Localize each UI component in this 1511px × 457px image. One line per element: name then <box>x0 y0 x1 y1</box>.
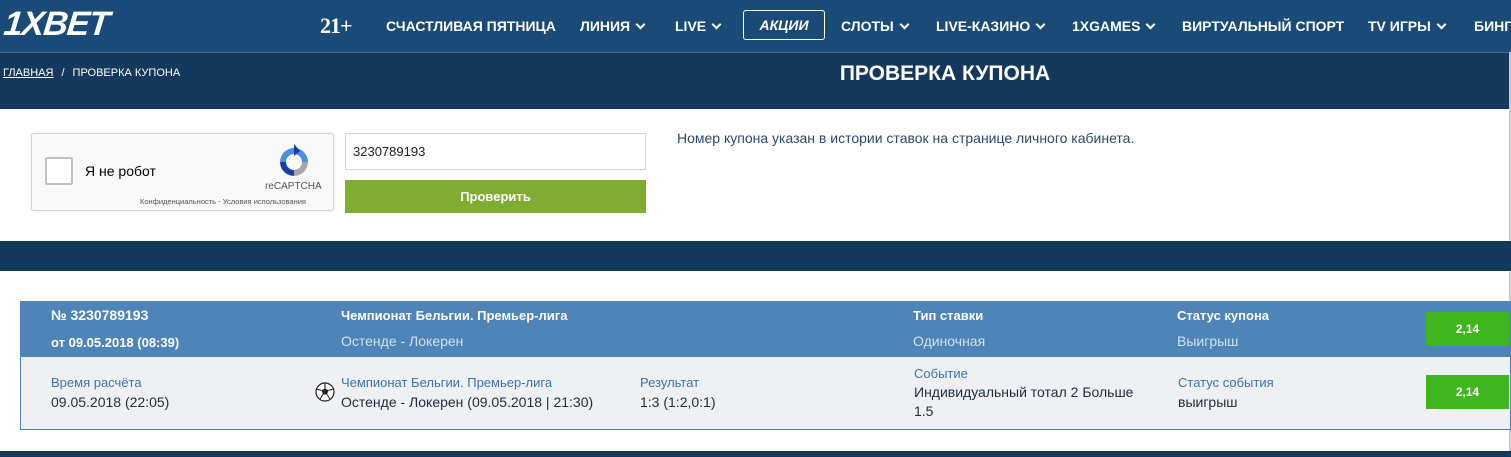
recaptcha-widget: Я не робот reCAPTCHA Конфиденциальность … <box>31 133 334 211</box>
chevron-down-icon <box>711 19 722 29</box>
top-navigation: 1XBET 21+ СЧАСТЛИВАЯ ПЯТНИЦА ЛИНИЯ LIVE … <box>0 0 1511 52</box>
nav-item-slots[interactable]: СЛОТЫ <box>841 0 910 52</box>
check-coupon-button[interactable]: Проверить <box>345 180 646 213</box>
nav-item-1xgames[interactable]: 1XGAMES <box>1072 0 1156 52</box>
coupon-league: Чемпионат Бельгии. Премьер-лига <box>341 308 568 323</box>
coupon-number-input[interactable] <box>345 133 646 170</box>
section-divider <box>0 241 1511 271</box>
title-bar: ГЛАВНАЯ / ПРОВЕРКА КУПОНА ПРОВЕРКА КУПОНА <box>0 52 1511 109</box>
bet-type-label: Тип ставки <box>913 308 984 323</box>
recaptcha-label: Я не робот <box>85 163 156 179</box>
page-title: ПРОВЕРКА КУПОНА <box>839 62 1051 85</box>
recaptcha-brand: reCAPTCHA <box>265 181 322 192</box>
event-match: Остенде - Локерен (09.05.2018 | 21:30) <box>341 394 594 410</box>
logo-text: 1XBET <box>2 4 111 43</box>
coupon-summary-row: № 3230789193 от 09.05.2018 (08:39) Чемпи… <box>20 301 1511 357</box>
calc-time-value: 09.05.2018 (22:05) <box>51 394 170 410</box>
event-type-line2: 1.5 <box>914 403 934 419</box>
nav-item-label: СЛОТЫ <box>841 18 894 34</box>
chevron-down-icon <box>635 19 646 29</box>
coupon-status-value: Выигрыш <box>1177 333 1239 349</box>
coupon-info-text: Номер купона указан в истории ставок на … <box>677 130 1135 146</box>
chevron-down-icon <box>1035 19 1046 29</box>
coupon-match: Остенде - Локерен <box>341 333 464 349</box>
coupon-date: от 09.05.2018 (08:39) <box>51 335 180 350</box>
nav-item-label: ЛИНИЯ <box>580 18 631 34</box>
result-label: Результат <box>640 375 700 390</box>
nav-item-live-casino[interactable]: LIVE-КАЗИНО <box>936 0 1046 52</box>
nav-item-virtual-sports[interactable]: ВИРТУАЛЬНЫЙ СПОРТ <box>1182 0 1344 52</box>
recaptcha-icon <box>280 144 308 176</box>
event-type-line1: Индивидуальный тотал 2 Больше <box>914 384 1134 400</box>
bet-type-value: Одиночная <box>913 333 986 349</box>
event-type-label: Событие <box>914 366 968 381</box>
nav-item-line[interactable]: ЛИНИЯ <box>580 0 646 52</box>
event-status-value: выигрыш <box>1178 394 1238 410</box>
event-row: Время расчёта 09.05.2018 (22:05) Чемпион… <box>21 357 1510 429</box>
brand-logo[interactable]: 1XBET <box>2 4 111 43</box>
chevron-down-icon <box>899 19 910 29</box>
calc-time-label: Время расчёта <box>51 375 142 390</box>
result-value: 1:3 (1:2,0:1) <box>640 394 716 410</box>
coupon-status-label: Статус купона <box>1177 308 1270 323</box>
nav-item-live[interactable]: LIVE <box>675 0 722 52</box>
chevron-down-icon <box>1146 19 1156 29</box>
nav-item-label: БИНГ <box>1474 18 1511 34</box>
event-status-label: Статус события <box>1178 375 1274 390</box>
nav-item-label: LIVE-КАЗИНО <box>936 18 1031 34</box>
nav-item-lucky-friday[interactable]: СЧАСТЛИВАЯ ПЯТНИЦА <box>386 0 556 52</box>
chevron-down-icon <box>1436 19 1447 29</box>
bottom-band <box>0 451 1511 457</box>
event-league: Чемпионат Бельгии. Премьер-лига <box>341 375 553 390</box>
nav-item-label: LIVE <box>675 18 707 34</box>
recaptcha-links[interactable]: Конфиденциальность - Условия использован… <box>140 197 306 206</box>
nav-item-label: СЧАСТЛИВАЯ ПЯТНИЦА <box>386 18 556 34</box>
recaptcha-checkbox[interactable] <box>45 157 73 185</box>
coupon-number: № 3230789193 <box>51 307 149 323</box>
soccer-ball-icon <box>315 382 335 402</box>
nav-item-promotions[interactable]: АКЦИИ <box>743 10 825 40</box>
coupon-coefficient: 2,14 <box>1426 312 1509 346</box>
nav-item-label: АКЦИИ <box>759 17 809 33</box>
nav-item-label: 1XGAMES <box>1072 18 1141 34</box>
nav-item-tv-games[interactable]: TV ИГРЫ <box>1368 0 1447 52</box>
nav-item-bingo[interactable]: БИНГ <box>1474 0 1511 52</box>
coupon-check-page: 1XBET 21+ СЧАСТЛИВАЯ ПЯТНИЦА ЛИНИЯ LIVE … <box>0 0 1511 457</box>
nav-item-label: TV ИГРЫ <box>1368 18 1431 34</box>
nav-item-label: ВИРТУАЛЬНЫЙ СПОРТ <box>1182 18 1345 34</box>
age-badge: 21+ <box>320 13 353 38</box>
event-coefficient: 2,14 <box>1426 375 1509 409</box>
